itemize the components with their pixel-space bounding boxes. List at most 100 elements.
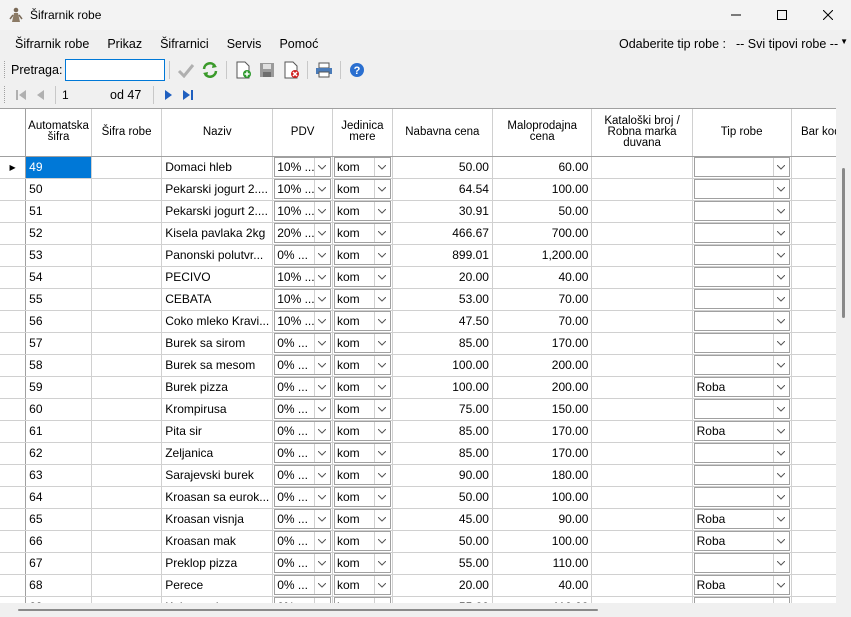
dropdown-button[interactable]: [313, 576, 330, 594]
cell-automatska-sifra[interactable]: 63: [25, 464, 92, 487]
jedinica-mere-combobox[interactable]: kom: [333, 333, 391, 353]
row-header[interactable]: [0, 574, 27, 597]
dropdown-button[interactable]: [772, 554, 789, 572]
tip-robe-combobox[interactable]: [693, 399, 790, 419]
dropdown-button[interactable]: [373, 532, 390, 550]
jedinica-mere-combobox[interactable]: kom: [333, 311, 391, 331]
cell-sifra-robe[interactable]: [91, 332, 163, 355]
cell-maloprodajna-cena[interactable]: 70.00: [492, 288, 593, 311]
cell-nabavna-cena[interactable]: 85.00: [392, 332, 493, 355]
cell-tip-robe[interactable]: [692, 398, 792, 421]
cell-naziv[interactable]: Kroasan sa eurok...: [161, 486, 274, 509]
cell-maloprodajna-cena[interactable]: 200.00: [492, 354, 593, 377]
cell-nabavna-cena[interactable]: 899.01: [392, 244, 493, 267]
table-row[interactable]: 62 Zeljanica 0% ... kom 85.00 170.00: [0, 442, 851, 465]
dropdown-button[interactable]: [373, 466, 390, 484]
row-header[interactable]: [0, 442, 27, 465]
dropdown-button[interactable]: [772, 576, 789, 594]
cell-naziv[interactable]: Krompirusa: [161, 398, 274, 421]
cell-nabavna-cena[interactable]: 47.50: [392, 310, 493, 333]
row-header[interactable]: [0, 244, 27, 267]
cell-naziv[interactable]: Burek sa sirom: [161, 332, 274, 355]
dropdown-button[interactable]: [772, 378, 789, 396]
table-row[interactable]: 68 Perece 0% ... kom 20.00 40.00 Roba: [0, 574, 851, 597]
pdv-combobox[interactable]: 0% ...: [274, 575, 331, 595]
print-button[interactable]: [313, 59, 335, 81]
table-row[interactable]: ▶ 49 Domaci hleb 10% ... kom 50.00 60.00: [0, 156, 851, 179]
cell-nabavna-cena[interactable]: 64.54: [392, 178, 493, 201]
jedinica-mere-combobox[interactable]: kom: [333, 421, 391, 441]
cell-pdv[interactable]: 0% ...: [272, 464, 333, 487]
dropdown-button[interactable]: [772, 290, 789, 308]
cell-automatska-sifra[interactable]: 66: [25, 530, 92, 553]
cell-naziv[interactable]: CEBATA: [161, 288, 274, 311]
cell-katalogski-broj[interactable]: [591, 222, 693, 245]
cell-jedinica-mere[interactable]: kom: [332, 178, 393, 201]
cell-tip-robe[interactable]: [692, 486, 792, 509]
dropdown-button[interactable]: [373, 246, 390, 264]
cell-maloprodajna-cena[interactable]: 70.00: [492, 310, 593, 333]
tip-robe-combobox[interactable]: [693, 311, 790, 331]
tip-robe-combobox[interactable]: [693, 289, 790, 309]
new-button[interactable]: [232, 59, 254, 81]
column-header-pdv[interactable]: PDV: [272, 109, 333, 157]
table-row[interactable]: 57 Burek sa sirom 0% ... kom 85.00 170.00: [0, 332, 851, 355]
cell-tip-robe[interactable]: Roba: [692, 574, 792, 597]
dropdown-button[interactable]: [313, 554, 330, 572]
row-header[interactable]: [0, 376, 27, 399]
cell-nabavna-cena[interactable]: 75.00: [392, 398, 493, 421]
cell-pdv[interactable]: 10% ...: [272, 200, 333, 223]
table-row[interactable]: 56 Coko mleko Kravi... 10% ... kom 47.50 70.0…: [0, 310, 851, 333]
tip-robe-combobox[interactable]: Roba: [693, 531, 790, 551]
cell-naziv[interactable]: Coko mleko Kravi...: [161, 310, 274, 333]
jedinica-mere-combobox[interactable]: kom: [333, 355, 391, 375]
dropdown-button[interactable]: [373, 356, 390, 374]
cell-automatska-sifra[interactable]: 67: [25, 552, 92, 575]
cell-automatska-sifra[interactable]: 50: [25, 178, 92, 201]
table-row[interactable]: 53 Panonski polutvr... 0% ... kom 899.01 1,20…: [0, 244, 851, 267]
row-header[interactable]: [0, 398, 27, 421]
row-header[interactable]: [0, 266, 27, 289]
row-header[interactable]: [0, 222, 27, 245]
cell-katalogski-broj[interactable]: [591, 464, 693, 487]
cell-naziv[interactable]: Burek sa mesom: [161, 354, 274, 377]
tip-robe-combobox[interactable]: Roba: [693, 509, 790, 529]
cell-jedinica-mere[interactable]: kom: [332, 398, 393, 421]
cell-sifra-robe[interactable]: [91, 222, 163, 245]
dropdown-button[interactable]: [313, 180, 330, 198]
jedinica-mere-combobox[interactable]: kom: [333, 575, 391, 595]
cell-maloprodajna-cena[interactable]: 170.00: [492, 442, 593, 465]
cell-nabavna-cena[interactable]: 90.00: [392, 464, 493, 487]
table-row[interactable]: 69 Kukuruzni0% ...kom55.00110.00: [0, 596, 851, 603]
cell-jedinica-mere[interactable]: kom: [332, 288, 393, 311]
cell-tip-robe[interactable]: [692, 552, 792, 575]
cell-katalogski-broj[interactable]: [591, 398, 693, 421]
tip-robe-combobox[interactable]: [693, 223, 790, 243]
row-header[interactable]: [0, 530, 27, 553]
row-header[interactable]: [0, 288, 27, 311]
cell-katalogski-broj[interactable]: [591, 178, 693, 201]
cell-maloprodajna-cena[interactable]: 1,200.00: [492, 244, 593, 267]
tip-robe-combobox[interactable]: Roba: [693, 377, 790, 397]
toolbar-grip[interactable]: [4, 61, 7, 78]
cell-tip-robe[interactable]: Roba: [692, 376, 792, 399]
cell-pdv[interactable]: 10% ...: [272, 266, 333, 289]
dropdown-button[interactable]: [313, 466, 330, 484]
dropdown-button[interactable]: [313, 224, 330, 242]
cell-jedinica-mere[interactable]: kom: [332, 200, 393, 223]
menu-sifrarnik-robe[interactable]: Šifrarnik robe: [0, 33, 98, 55]
row-header[interactable]: [0, 464, 27, 487]
column-header-naziv[interactable]: Naziv: [161, 109, 274, 157]
cell-naziv[interactable]: Panonski polutvr...: [161, 244, 274, 267]
menu-pomoc[interactable]: Pomoć: [270, 33, 327, 55]
dropdown-button[interactable]: [772, 312, 789, 330]
cell-tip-robe[interactable]: [692, 442, 792, 465]
cell-jedinica-mere[interactable]: kom: [332, 310, 393, 333]
cell-naziv[interactable]: Burek pizza: [161, 376, 274, 399]
pdv-combobox[interactable]: 0% ...: [274, 487, 331, 507]
dropdown-button[interactable]: [313, 400, 330, 418]
cell-automatska-sifra[interactable]: 56: [25, 310, 92, 333]
cell-tip-robe[interactable]: [692, 200, 792, 223]
jedinica-mere-combobox[interactable]: kom: [333, 531, 391, 551]
pdv-combobox[interactable]: 0% ...: [274, 531, 331, 551]
